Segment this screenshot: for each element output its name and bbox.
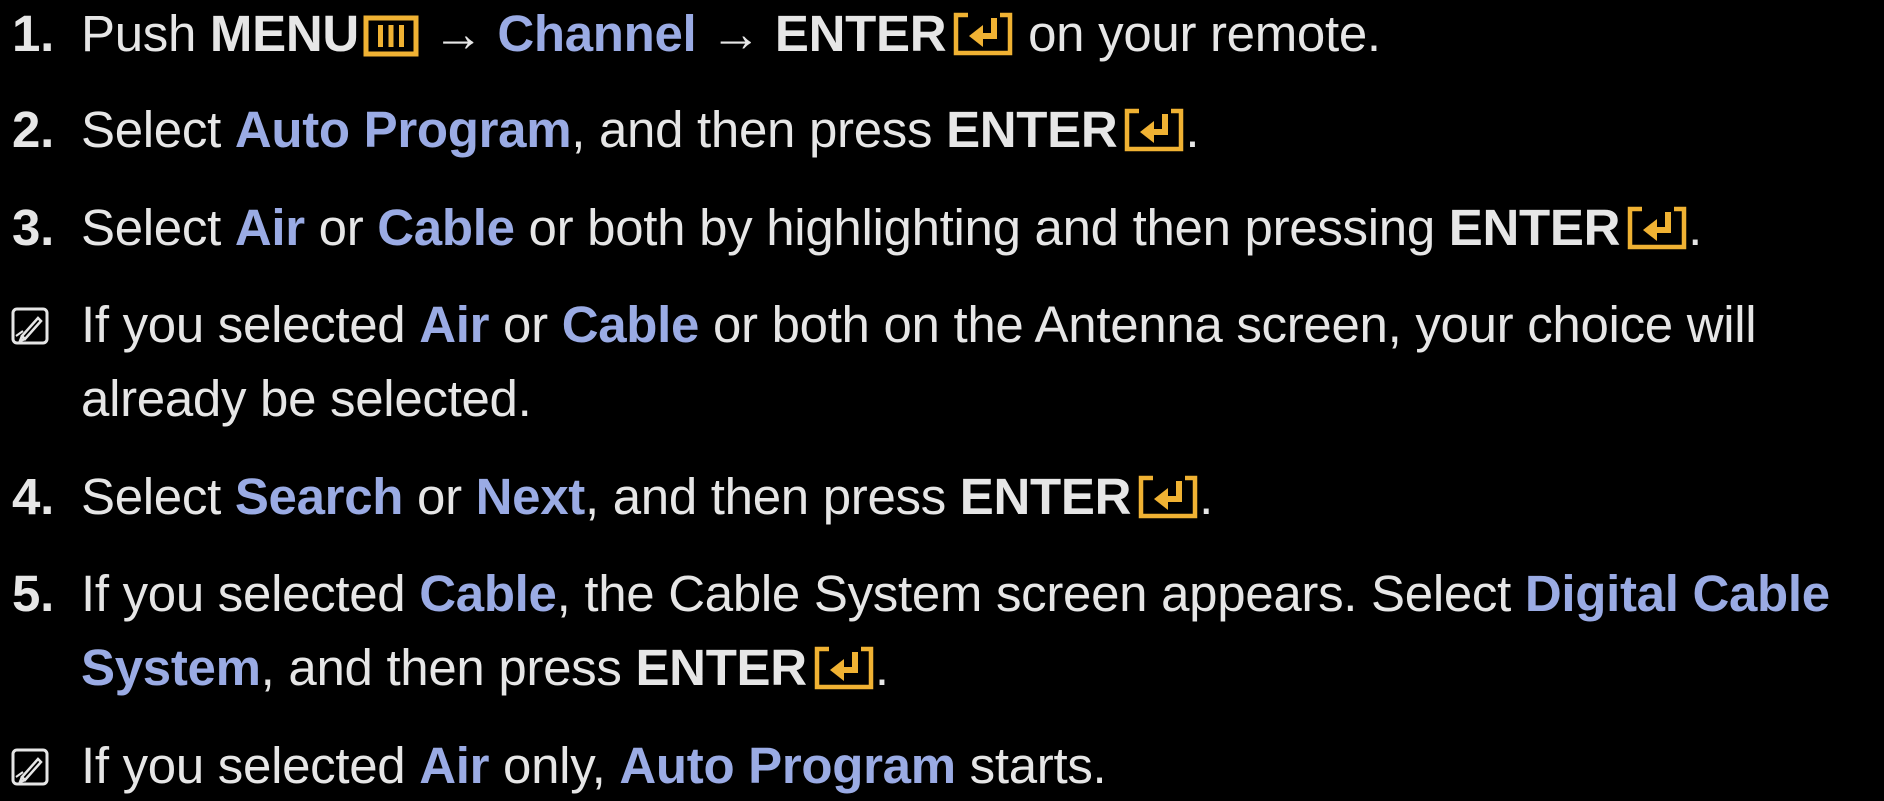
note-pencil-icon [10,747,50,787]
text-fragment: , the Cable System screen appears. Selec… [556,565,1525,622]
text-fragment: . [1199,468,1214,525]
enter-button-icon [1626,205,1688,251]
text-fragment: Select [81,199,235,256]
text-fragment: Select [81,468,235,525]
text-fragment: on your remote. [1014,5,1381,62]
cable-option-label: Cable [377,199,515,256]
step-text: Select Search or Next, and then press EN… [81,462,1213,532]
step-text: Select Auto Program, and then press ENTE… [81,95,1200,165]
note-pencil-icon [10,306,50,346]
text-fragment: If you selected [81,565,420,622]
menu-button-icon [363,15,419,57]
step-text: If you selected Cable, the Cable System … [81,559,1830,629]
next-option-label: Next [475,468,586,525]
cable-option-label: Cable [419,565,557,622]
text-fragment: If you selected [81,296,420,353]
step-number: 4. [12,468,54,525]
note-text: If you selected Air or Cable or both on … [81,290,1757,360]
search-option-label: Search [234,468,404,525]
text-fragment: only, [489,737,620,794]
text-fragment: , and then press [571,101,947,158]
text-fragment: Select [81,101,235,158]
auto-program-label: Auto Program [234,101,572,158]
system-option-label: System [81,639,261,696]
enter-key-label: ENTER [1448,199,1621,256]
enter-key-label: ENTER [946,101,1118,158]
enter-button-icon [813,645,875,691]
enter-button-icon [1137,474,1199,520]
text-fragment: or both by highlighting and then pressin… [514,199,1449,256]
auto-program-label: Auto Program [619,737,956,794]
text-fragment: , and then press [260,639,636,696]
manual-page: { "accent_color": "#9aabe4", "icon_color… [0,0,1884,794]
enter-key-label: ENTER [959,468,1132,525]
enter-key-label: ENTER [635,639,807,696]
text-fragment: . [1185,101,1200,158]
enter-button-icon [952,11,1014,57]
air-option-label: Air [234,199,305,256]
text-fragment: , and then press [584,468,960,525]
note-text: already be selected. [81,370,532,427]
step-text: Select Air or Cable or both by highlight… [81,193,1702,263]
text-fragment: starts. [955,737,1107,794]
enter-key-label: ENTER [774,5,947,62]
air-option-label: Air [419,296,490,353]
channel-menu-label: Channel [497,5,697,62]
arrow-separator: → [418,5,498,62]
text-fragment: . [874,639,889,696]
air-option-label: Air [419,737,490,794]
step-text: System, and then press ENTER. [81,633,889,703]
menu-key-label: MENU [209,5,359,62]
text-fragment: or [489,296,562,353]
step-number: 1. [12,5,54,62]
digital-cable-option-label: Digital Cable [1524,565,1830,622]
cable-option-label: Cable [561,296,700,353]
step-number: 5. [12,565,54,622]
note-text: If you selected Air only, Auto Program s… [81,731,1107,801]
enter-button-icon [1123,107,1185,153]
step-text: Push MENU → Channel → ENTER on your remo… [81,0,1381,69]
arrow-separator: → [696,5,775,62]
step-number: 2. [12,101,54,158]
text-fragment: Push [81,5,210,62]
text-fragment: . [1688,199,1702,256]
text-fragment: or [304,199,378,256]
step-number: 3. [12,199,54,256]
text-fragment: or [403,468,476,525]
text-fragment: or both on the Antenna screen, your choi… [699,296,1757,353]
text-fragment: If you selected [81,737,420,794]
